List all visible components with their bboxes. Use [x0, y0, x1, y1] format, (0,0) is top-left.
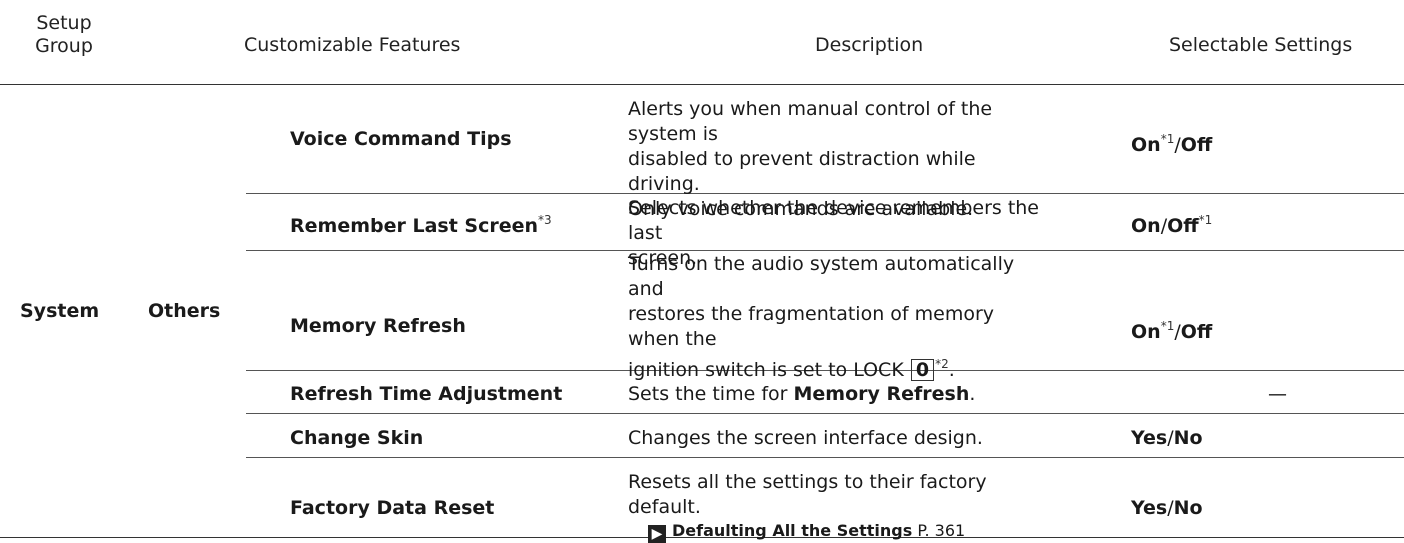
header-selectable-settings: Selectable Settings: [1169, 34, 1353, 56]
feature-memory-refresh: Memory Refresh: [290, 315, 466, 337]
description-memory-refresh: Turns on the audio system automatically …: [628, 252, 1048, 383]
description-memory-refresh-ref: Memory Refresh: [793, 383, 970, 405]
description-line: Resets all the settings to their factory…: [628, 471, 987, 518]
footnote-ref: *2: [935, 357, 949, 371]
description-refresh-time-adjustment: Sets the time for Memory Refresh.: [628, 382, 975, 407]
header-setup-line2: Group: [35, 35, 93, 57]
header-divider: [0, 84, 1404, 85]
description-line: ignition switch is set to LOCK 0 *2.: [628, 352, 1048, 383]
setting-change-skin: Yes/No: [1131, 426, 1203, 451]
description-change-skin: Changes the screen interface design.: [628, 427, 983, 449]
description-line: Alerts you when manual control of the sy…: [628, 98, 993, 145]
setting-refresh-time-adjustment: —: [1268, 383, 1287, 405]
description-text: ignition switch is set to LOCK: [628, 359, 910, 381]
setting-no: No: [1173, 427, 1203, 449]
description-line: restores the fragmentation of memory whe…: [628, 303, 995, 350]
setting-on: On: [1131, 134, 1161, 156]
setting-yes: Yes: [1131, 427, 1168, 449]
setting-remember-last-screen: On/Off*1: [1131, 208, 1212, 239]
row-divider: [246, 457, 1404, 458]
setting-on: On: [1131, 215, 1161, 237]
setting-factory-data-reset: Yes/No: [1131, 496, 1203, 521]
setting-voice-command-tips: On*1/Off: [1131, 127, 1212, 158]
footnote-ref: *3: [538, 213, 552, 227]
feature-change-skin: Change Skin: [290, 427, 424, 449]
lock-zero-key-icon: 0: [910, 359, 935, 381]
link-text: Defaulting All the Settings: [672, 521, 913, 540]
description-text: .: [948, 359, 955, 381]
arrow-right-icon: ▶: [648, 525, 666, 543]
group-others: Others: [148, 300, 221, 322]
setting-off: Off: [1180, 134, 1213, 156]
header-description: Description: [815, 34, 924, 56]
description-line: Turns on the audio system automatically …: [628, 253, 1015, 300]
feature-voice-command-tips: Voice Command Tips: [290, 128, 512, 150]
description-line: disabled to prevent distraction while dr…: [628, 148, 976, 195]
cross-reference-link[interactable]: ▶ Defaulting All the Settings P. 361: [628, 520, 1048, 543]
row-divider: [246, 413, 1404, 414]
setting-on: On: [1131, 321, 1161, 343]
group-system: System: [20, 300, 100, 322]
header-setup-line1: Setup: [36, 12, 92, 34]
description-text: .: [969, 383, 976, 405]
description-factory-data-reset: Resets all the settings to their factory…: [628, 470, 1048, 543]
feature-name: Remember Last Screen: [290, 215, 539, 237]
link-page: P. 361: [917, 521, 966, 540]
footnote-ref: *1: [1198, 213, 1213, 227]
description-line: Selects whether the device remembers the…: [628, 197, 1039, 244]
header-setup-group: Setup Group: [22, 12, 106, 58]
setting-memory-refresh: On*1/Off: [1131, 314, 1212, 345]
setting-off: Off: [1180, 321, 1213, 343]
feature-remember-last-screen: Remember Last Screen*3: [290, 208, 552, 239]
description-text: Sets the time for: [628, 383, 794, 405]
feature-factory-data-reset: Factory Data Reset: [290, 497, 495, 519]
footnote-ref: *1: [1160, 319, 1175, 333]
setting-no: No: [1173, 497, 1203, 519]
feature-refresh-time-adjustment: Refresh Time Adjustment: [290, 383, 563, 405]
header-customizable-features: Customizable Features: [244, 34, 461, 56]
setting-yes: Yes: [1131, 497, 1168, 519]
setting-off: Off: [1167, 215, 1199, 237]
footnote-ref: *1: [1160, 132, 1175, 146]
